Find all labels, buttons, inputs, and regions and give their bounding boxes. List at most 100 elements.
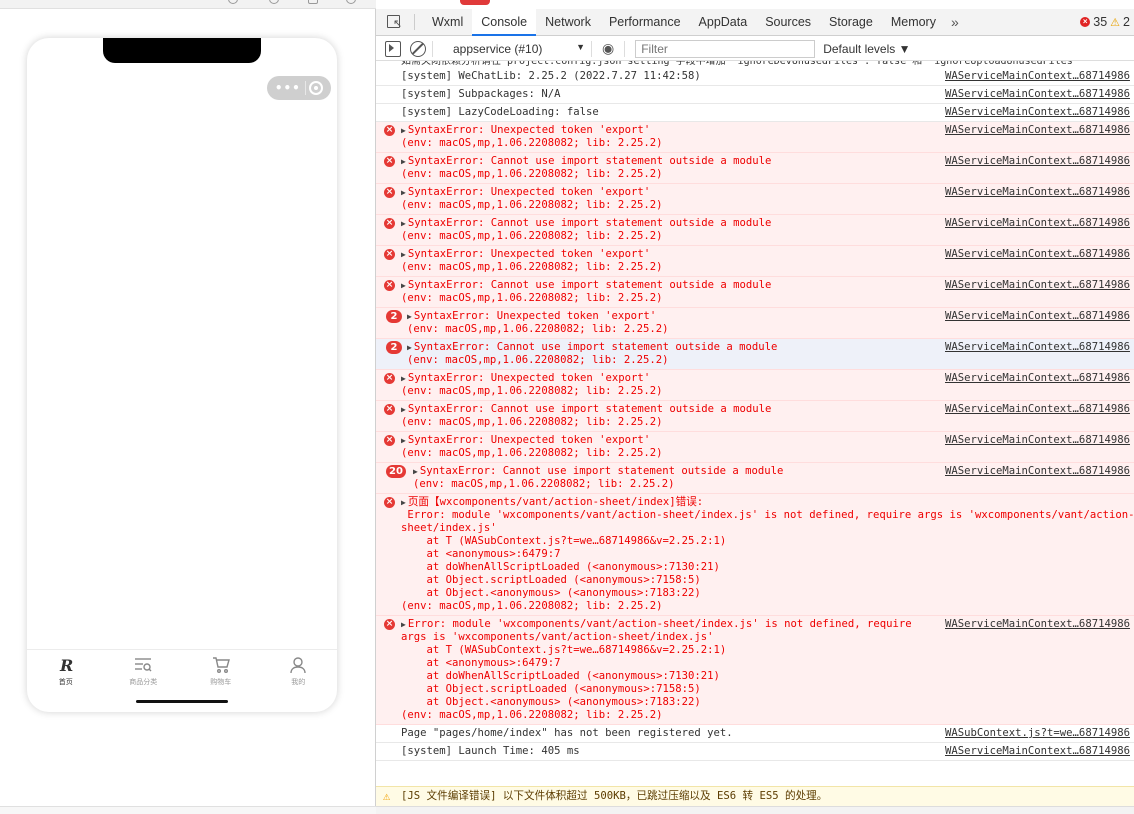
window-icon[interactable] [308,0,318,4]
console-error-row[interactable]: × ▶ SyntaxError: Cannot use import stateme… [376,153,1134,184]
expand-triangle-icon[interactable]: ▶ [401,620,406,629]
source-link[interactable]: WASubContext.js?t=we…68714986 [945,727,1130,740]
context-selector[interactable]: appservice (#10) ▼ [453,42,585,56]
expand-triangle-icon[interactable]: ▶ [401,126,406,135]
issue-counter[interactable]: × 35 ⚠ 2 [1080,15,1134,29]
console-error-row[interactable]: × ▶ SyntaxError: Unexpected token 'export'… [376,122,1134,153]
console-log-row[interactable]: [system] Subpackages: N/A WAServiceMainCo… [376,86,1134,104]
chevron-down-icon: ▼ [576,41,585,52]
tab-memory[interactable]: Memory [882,9,945,36]
console-error-row[interactable]: × ▶ SyntaxError: Unexpected token 'export'… [376,432,1134,463]
error-icon: × [384,125,395,136]
more-tabs-icon[interactable]: » [945,14,965,30]
console-error-row[interactable]: 20 ▶ SyntaxError: Cannot use import statem… [376,463,1134,494]
console-error-row[interactable]: × ▶ SyntaxError: Unexpected token 'export'… [376,246,1134,277]
error-icon: × [384,249,395,260]
console-message: SyntaxError: Cannot use import statement… [401,403,772,428]
expand-triangle-icon[interactable]: ▶ [413,467,418,476]
console-message: [system] LazyCodeLoading: false [401,106,599,118]
tab-storage[interactable]: Storage [820,9,882,36]
error-icon: × [384,280,395,291]
tab-category[interactable]: 商品分类 [105,650,183,693]
expand-triangle-icon[interactable]: ▶ [401,188,406,197]
tab-network[interactable]: Network [536,9,600,36]
source-link[interactable]: WAServiceMainContext…68714986 [945,106,1130,119]
source-link[interactable]: WAServiceMainContext…68714986 [945,465,1130,478]
expand-triangle-icon[interactable]: ▶ [407,343,412,352]
source-link[interactable]: WAServiceMainContext…68714986 [945,186,1130,199]
source-link[interactable]: WAServiceMainContext…68714986 [945,155,1130,168]
tab-home[interactable]: R 首页 [27,650,105,693]
tab-console[interactable]: Console [472,8,537,36]
console-log-row[interactable]: [system] LazyCodeLoading: false WAService… [376,104,1134,122]
error-icon: × [384,156,395,167]
console-error-row[interactable]: × ▶ SyntaxError: Unexpected token 'export'… [376,184,1134,215]
tab-label: 商品分类 [129,678,158,686]
devtools-statusbar [376,806,1134,814]
source-link[interactable]: WAServiceMainContext…68714986 [945,88,1130,101]
source-link[interactable]: WAServiceMainContext…68714986 [945,403,1130,416]
expand-triangle-icon[interactable]: ▶ [401,374,406,383]
tab-appdata[interactable]: AppData [690,9,757,36]
clear-console-icon[interactable] [410,40,426,57]
tab-cart[interactable]: 购物车 [182,650,260,693]
console-error-row[interactable]: 2 ▶ SyntaxError: Cannot use import stateme… [376,339,1134,370]
close-target-icon[interactable] [309,81,324,95]
expand-triangle-icon[interactable]: ▶ [401,498,406,507]
tab-performance[interactable]: Performance [600,9,690,36]
eye-icon[interactable]: ◉ [602,40,614,57]
error-icon: × [384,497,395,508]
expand-triangle-icon[interactable]: ▶ [407,312,412,321]
tab-sources[interactable]: Sources [756,9,820,36]
context-label: appservice (#10) [453,41,543,56]
source-link[interactable]: WAServiceMainContext…68714986 [945,70,1130,83]
console-message: [system] Launch Time: 405 ms [401,745,580,757]
rotate-icon[interactable] [228,0,238,4]
console-toolbar: appservice (#10) ▼ ◉ Default levels ▼ [376,37,1134,61]
source-link[interactable]: WAServiceMainContext…68714986 [945,372,1130,385]
more-icon[interactable] [346,0,356,4]
error-icon: × [384,619,395,630]
expand-triangle-icon[interactable]: ▶ [401,219,406,228]
warning-message: ⚠ [JS 文件编译错误] 以下文件体积超过 500KB，已跳过压缩以及 ES6… [376,786,1134,806]
menu-dots-icon[interactable]: ••• [275,81,301,95]
svg-text:R: R [59,656,73,674]
console-error-row[interactable]: × ▶ SyntaxError: Unexpected token 'export'… [376,370,1134,401]
expand-triangle-icon[interactable]: ▶ [401,250,406,259]
filter-input[interactable] [635,39,816,58]
source-link[interactable]: WAServiceMainContext…68714986 [945,310,1130,323]
source-link[interactable]: WAServiceMainContext…68714986 [945,248,1130,261]
console-error-row[interactable]: × ▶ SyntaxError: Cannot use import stateme… [376,277,1134,308]
tab-wxml[interactable]: Wxml [423,9,472,36]
console-error-row[interactable]: × ▶ 页面【wxcomponents/vant/action-sheet/inde… [376,494,1134,616]
console-error-row[interactable]: × ▶ SyntaxError: Cannot use import stateme… [376,401,1134,432]
source-link[interactable]: WAServiceMainContext…68714986 [945,434,1130,447]
source-link[interactable]: WAServiceMainContext…68714986 [945,618,1130,631]
console-log-row[interactable]: [system] Launch Time: 405 ms WAServiceMai… [376,743,1134,761]
tab-label: 购物车 [210,678,232,686]
source-link[interactable]: WAServiceMainContext…68714986 [945,341,1130,354]
sidebar-toggle-icon[interactable] [385,40,401,57]
source-link[interactable]: WAServiceMainContext…68714986 [945,279,1130,292]
tab-profile[interactable]: 我的 [260,650,338,693]
expand-triangle-icon[interactable]: ▶ [401,281,406,290]
settings-icon[interactable] [269,0,279,4]
expand-triangle-icon[interactable]: ▶ [401,405,406,414]
inspect-element-icon[interactable] [384,11,406,33]
source-link[interactable]: WAServiceMainContext…68714986 [945,124,1130,137]
error-icon: × [1080,17,1091,27]
console-error-row[interactable]: 2 ▶ SyntaxError: Unexpected token 'export'… [376,308,1134,339]
expand-triangle-icon[interactable]: ▶ [401,436,406,445]
mini-program-capsule[interactable]: ••• [267,76,331,100]
capsule-divider [304,81,306,95]
console-error-row[interactable]: × ▶ Error: module 'wxcomponents/vant/actio… [376,616,1134,725]
console-log-row[interactable]: [system] WeChatLib: 2.25.2 (2022.7.27 11… [376,68,1134,86]
source-link[interactable]: WAServiceMainContext…68714986 [945,217,1130,230]
console-message: SyntaxError: Unexpected token 'export' (… [401,186,663,211]
console-error-row[interactable]: × ▶ SyntaxError: Cannot use import stateme… [376,215,1134,246]
source-link[interactable]: WAServiceMainContext…68714986 [945,745,1130,758]
console-log-row[interactable]: Page "pages/home/index" has not been reg… [376,725,1134,743]
error-icon: × [384,435,395,446]
expand-triangle-icon[interactable]: ▶ [401,157,406,166]
log-levels-dropdown[interactable]: Default levels ▼ [823,42,910,56]
